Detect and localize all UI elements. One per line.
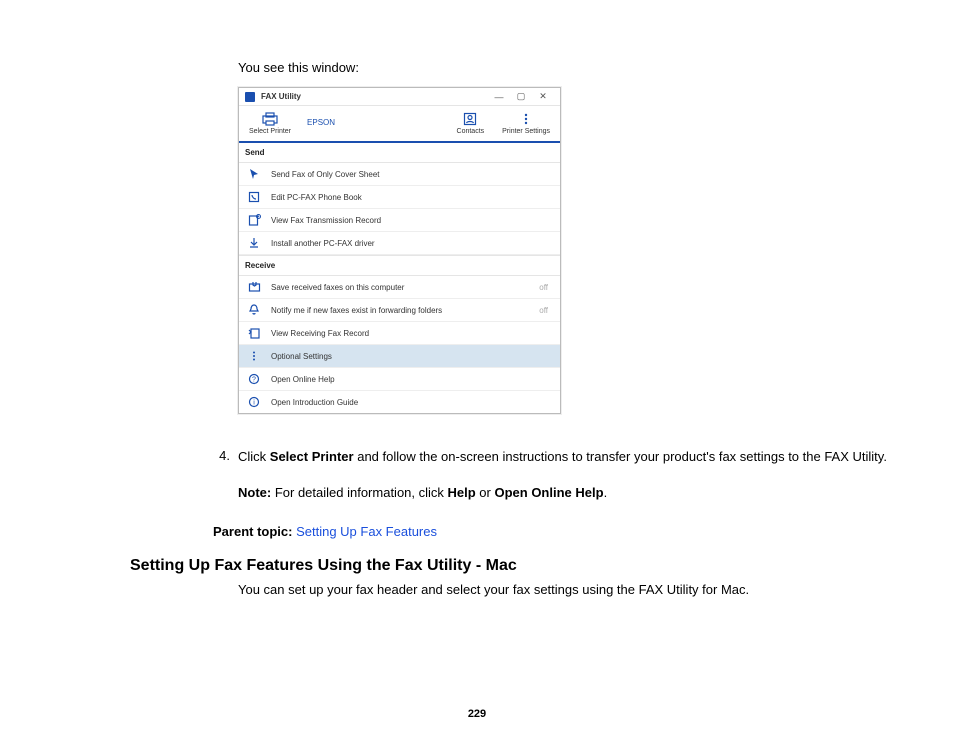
open-online-help-row[interactable]: ? Open Online Help xyxy=(239,368,560,391)
text: and follow the on-screen instructions to… xyxy=(354,449,887,464)
row-label: View Fax Transmission Record xyxy=(271,216,554,225)
open-intro-guide-row[interactable]: i Open Introduction Guide xyxy=(239,391,560,413)
bold-text: Select Printer xyxy=(270,449,354,464)
fax-utility-window: FAX Utility — ▢ ✕ Select Printer EPSON C… xyxy=(238,87,561,414)
view-receiving-record-row[interactable]: View Receiving Fax Record xyxy=(239,322,560,345)
step-text: Click Select Printer and follow the on-s… xyxy=(238,448,910,466)
section-heading: Setting Up Fax Features Using the Fax Ut… xyxy=(130,557,830,575)
row-label: Send Fax of Only Cover Sheet xyxy=(271,170,554,179)
text: . xyxy=(604,485,608,500)
send-cover-sheet-row[interactable]: Send Fax of Only Cover Sheet xyxy=(239,163,560,186)
receiving-record-icon xyxy=(245,327,263,339)
note-block: Note: For detailed information, click He… xyxy=(238,484,830,502)
text: or xyxy=(476,485,495,500)
row-label: Optional Settings xyxy=(271,352,554,361)
notify-faxes-row[interactable]: Notify me if new faxes exist in forwardi… xyxy=(239,299,560,322)
info-icon: i xyxy=(245,396,263,408)
brand-label: EPSON xyxy=(307,118,335,127)
edit-phonebook-row[interactable]: Edit PC-FAX Phone Book xyxy=(239,186,560,209)
view-transmission-row[interactable]: View Fax Transmission Record xyxy=(239,209,560,232)
inbox-icon xyxy=(245,281,263,293)
bold-text: Help xyxy=(448,485,476,500)
parent-topic: Parent topic: Setting Up Fax Features xyxy=(213,524,830,539)
parent-label: Parent topic: xyxy=(213,524,296,539)
row-label: Notify me if new faxes exist in forwardi… xyxy=(271,306,539,315)
app-icon xyxy=(245,92,255,102)
cursor-icon xyxy=(245,168,263,180)
step-4: 4. Click Select Printer and follow the o… xyxy=(210,448,910,466)
maximize-button[interactable]: ▢ xyxy=(510,91,532,102)
row-label: Save received faxes on this computer xyxy=(271,283,539,292)
toolbar: Select Printer EPSON Contacts Printer Se… xyxy=(239,106,560,143)
record-icon xyxy=(245,214,263,226)
text: Click xyxy=(238,449,270,464)
row-label: Edit PC-FAX Phone Book xyxy=(271,193,554,202)
printer-settings-label: Printer Settings xyxy=(502,128,550,135)
row-label: Open Introduction Guide xyxy=(271,398,554,407)
svg-text:?: ? xyxy=(252,377,256,384)
svg-text:i: i xyxy=(253,400,255,407)
page-number: 229 xyxy=(0,708,954,720)
phonebook-icon xyxy=(245,191,263,203)
close-button[interactable]: ✕ xyxy=(532,91,554,102)
printer-settings-button[interactable]: Printer Settings xyxy=(502,112,550,135)
intro-text: You see this window: xyxy=(238,60,830,75)
more-vertical-icon xyxy=(245,350,263,362)
contacts-label: Contacts xyxy=(457,128,485,135)
bold-text: Open Online Help xyxy=(494,485,603,500)
row-label: View Receiving Fax Record xyxy=(271,329,554,338)
section-intro-text: You can set up your fax header and selec… xyxy=(238,581,830,599)
row-label: Install another PC-FAX driver xyxy=(271,239,554,248)
minimize-button[interactable]: — xyxy=(488,92,510,102)
contacts-icon xyxy=(463,112,477,126)
status-off: off xyxy=(539,283,548,292)
window-titlebar: FAX Utility — ▢ ✕ xyxy=(239,88,560,106)
step-number: 4. xyxy=(210,448,238,466)
send-section-header: Send xyxy=(239,143,560,163)
help-icon: ? xyxy=(245,373,263,385)
receive-section-header: Receive xyxy=(239,255,560,276)
save-faxes-row[interactable]: Save received faxes on this computer off xyxy=(239,276,560,299)
download-icon xyxy=(245,237,263,249)
more-icon xyxy=(519,112,533,126)
optional-settings-row[interactable]: Optional Settings xyxy=(239,345,560,368)
select-printer-label: Select Printer xyxy=(249,128,291,135)
status-off: off xyxy=(539,306,548,315)
contacts-button[interactable]: Contacts xyxy=(457,112,485,135)
install-driver-row[interactable]: Install another PC-FAX driver xyxy=(239,232,560,255)
window-title: FAX Utility xyxy=(261,92,488,101)
printer-icon xyxy=(261,112,279,126)
note-label: Note: xyxy=(238,485,271,500)
parent-link[interactable]: Setting Up Fax Features xyxy=(296,524,437,539)
text: For detailed information, click xyxy=(271,485,447,500)
select-printer-button[interactable]: Select Printer xyxy=(249,112,291,135)
row-label: Open Online Help xyxy=(271,375,554,384)
bell-icon xyxy=(245,304,263,316)
